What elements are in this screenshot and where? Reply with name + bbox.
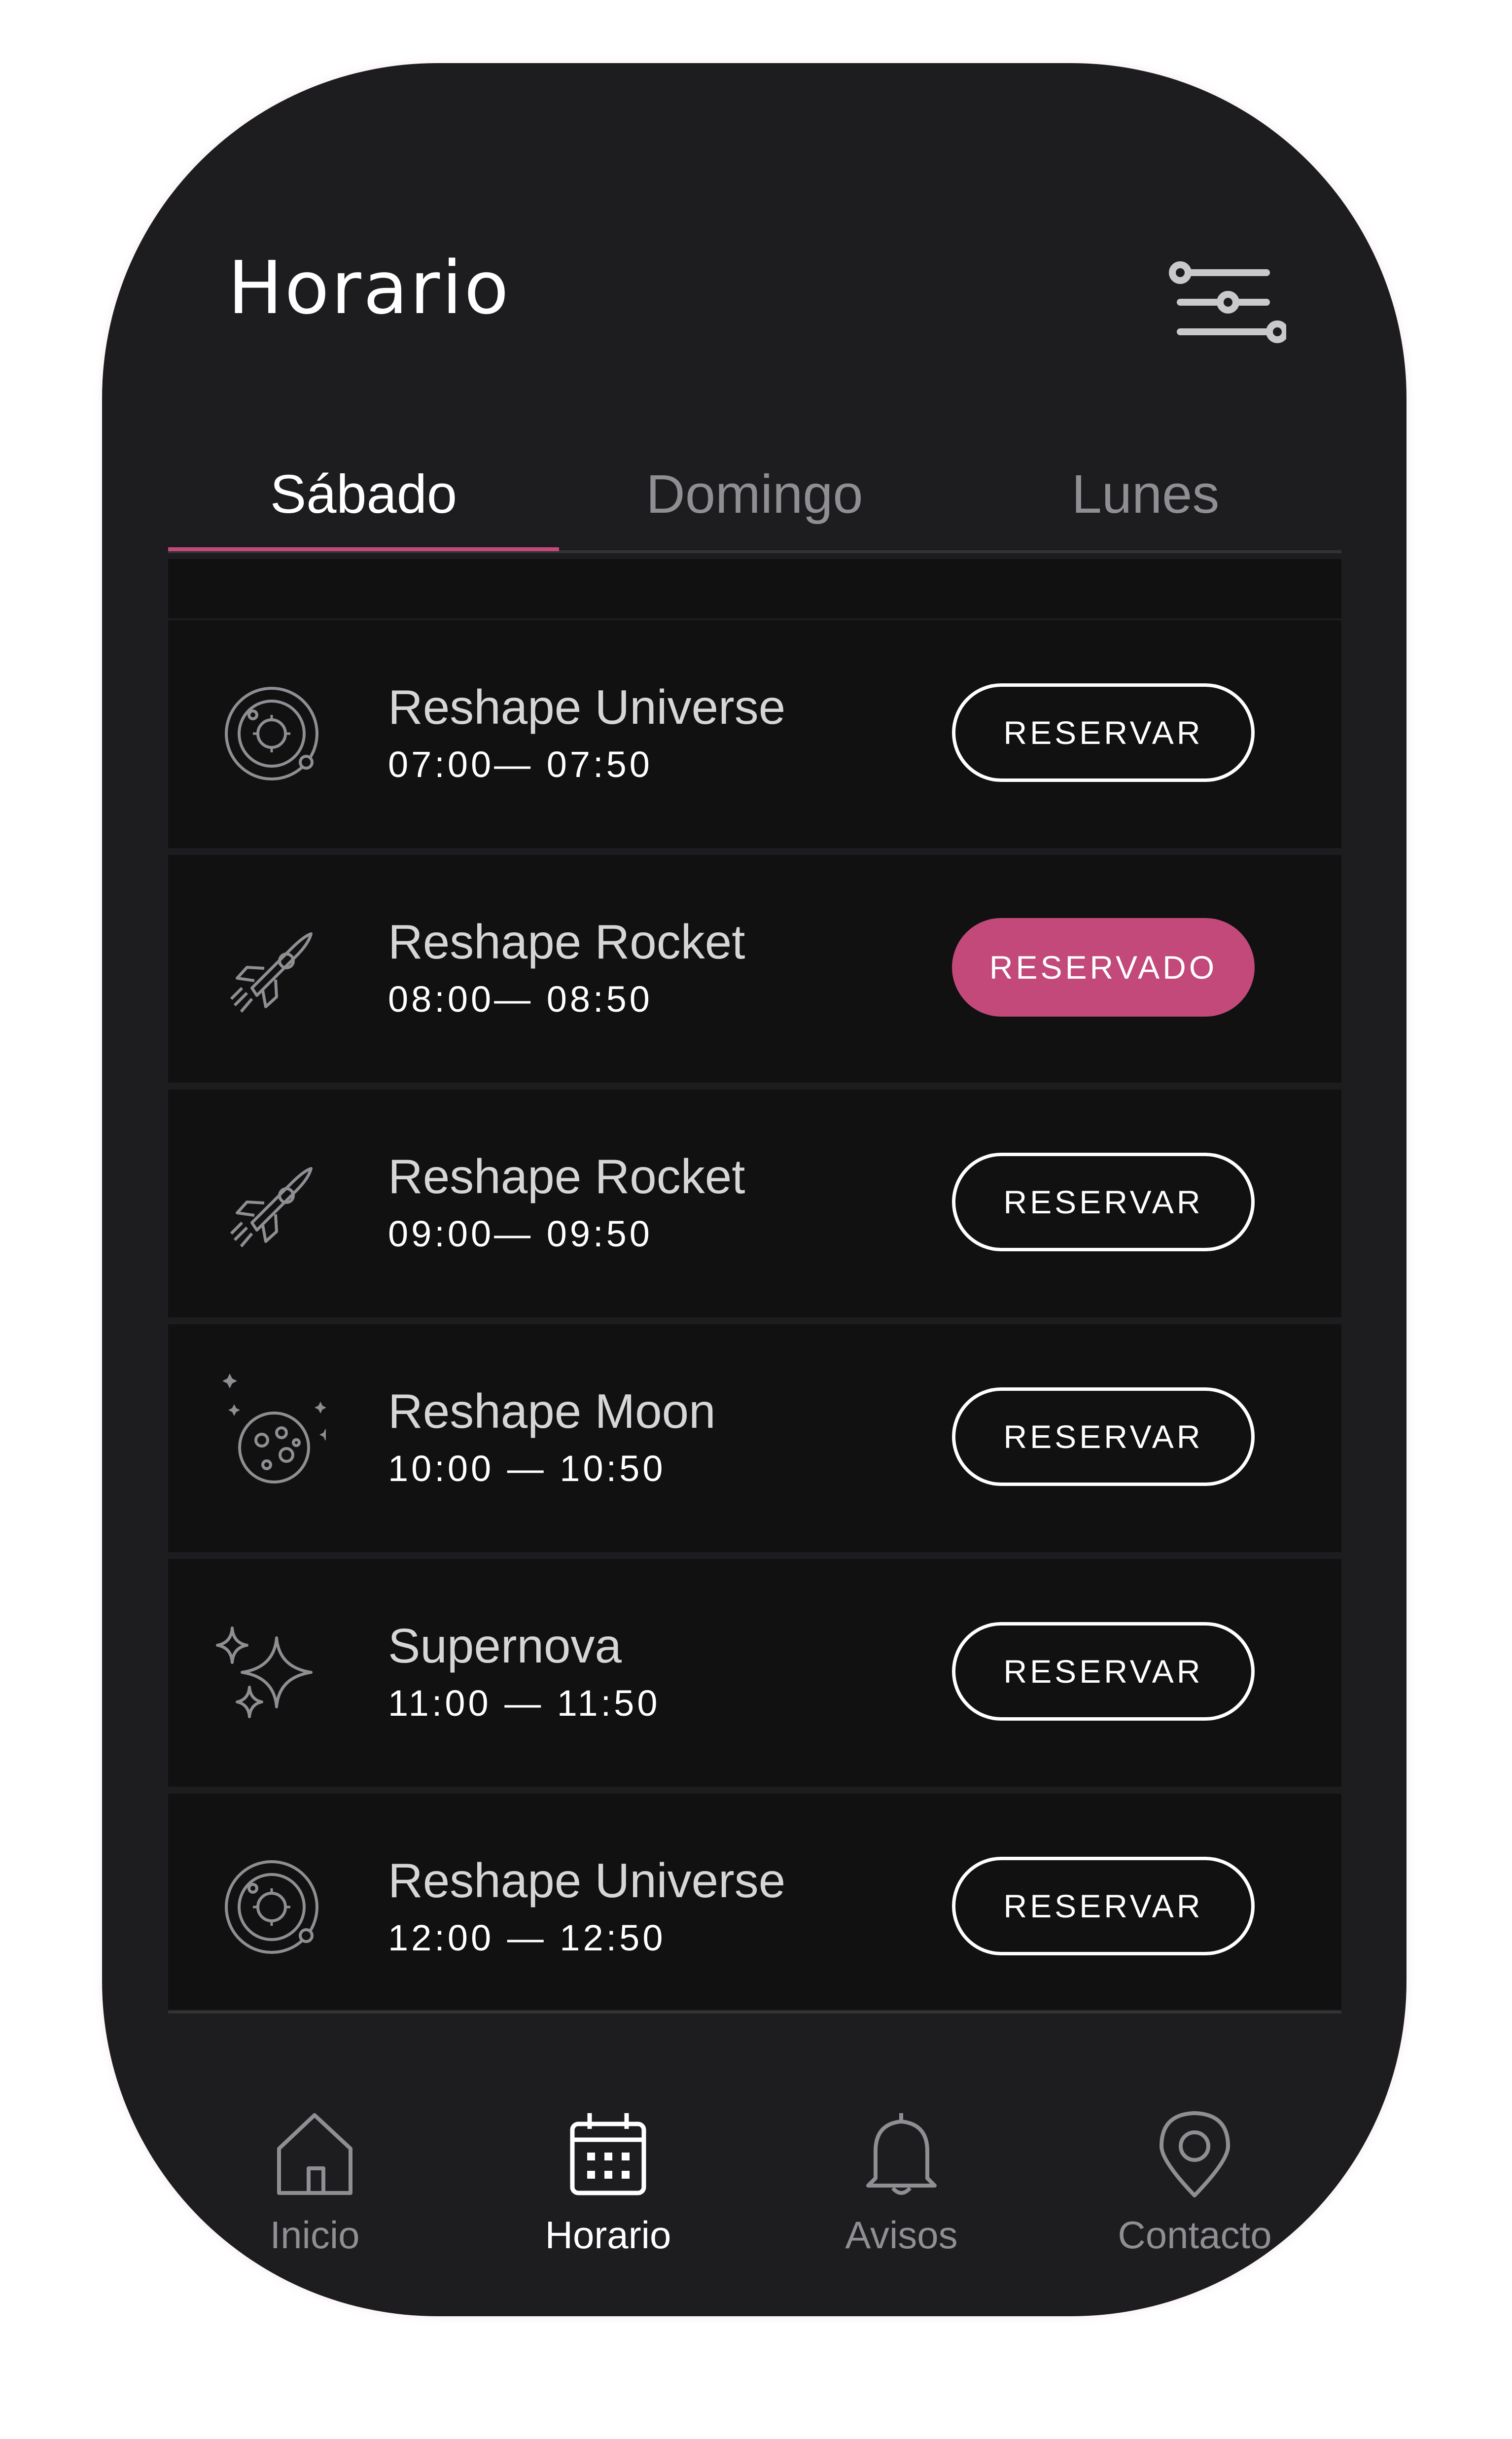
reserve-button[interactable]: RESERVAR <box>952 1622 1255 1721</box>
phone-screen: Horario Sábado Domingo Lunes Reshape Uni… <box>102 63 1407 2316</box>
class-time: 10:00 — 10:50 <box>388 1448 666 1489</box>
nav-item-horario[interactable]: Horario <box>461 2015 755 2257</box>
nav-label: Inicio <box>270 2213 360 2257</box>
class-row: Reshape Universe 07:00— 07:50 RESERVAR <box>168 620 1341 848</box>
galaxy-icon <box>225 687 318 780</box>
rocket-icon <box>230 1167 313 1247</box>
active-tab-indicator <box>168 547 559 551</box>
nav-label: Contacto <box>1118 2213 1272 2257</box>
tab-domingo[interactable]: Domingo <box>559 443 950 545</box>
tab-lunes[interactable]: Lunes <box>950 443 1341 545</box>
tab-sabado[interactable]: Sábado <box>168 443 559 545</box>
class-row: Reshape Rocket 09:00— 09:50 RESERVAR <box>168 1090 1341 1317</box>
rocket-icon <box>230 932 313 1013</box>
class-name: Reshape Rocket <box>388 915 745 969</box>
class-name: Reshape Moon <box>388 1384 716 1438</box>
class-name: Reshape Rocket <box>388 1149 745 1203</box>
sliders-icon <box>1169 261 1289 343</box>
nav-label: Horario <box>545 2213 671 2257</box>
day-tabs: Sábado Domingo Lunes <box>168 443 1341 547</box>
reserved-button[interactable]: RESERVADO <box>952 918 1255 1017</box>
class-row: Reshape Moon 10:00 — 10:50 RESERVAR <box>168 1324 1341 1552</box>
nav-item-inicio[interactable]: Inicio <box>168 2015 461 2257</box>
nav-divider <box>168 2011 1341 2014</box>
calendar-icon <box>570 2113 646 2195</box>
nav-label: Avisos <box>845 2213 958 2257</box>
filter-button[interactable] <box>1163 246 1289 359</box>
class-row: Supernova 11:00 — 11:50 RESERVAR <box>168 1559 1341 1787</box>
class-name: Supernova <box>388 1619 622 1673</box>
class-time: 09:00— 09:50 <box>388 1213 653 1254</box>
page-title: Horario <box>228 246 511 330</box>
nav-item-contacto[interactable]: Contacto <box>1048 2015 1341 2257</box>
reserve-button[interactable]: RESERVAR <box>952 1387 1255 1486</box>
galaxy-icon <box>225 1860 318 1954</box>
class-name: Reshape Universe <box>388 680 786 734</box>
class-time: 08:00— 08:50 <box>388 979 653 1020</box>
location-pin-icon <box>1160 2111 1230 2197</box>
reserve-button[interactable]: RESERVAR <box>952 1153 1255 1251</box>
sparkles-icon <box>216 1626 313 1718</box>
class-time: 07:00— 07:50 <box>388 744 653 785</box>
reserve-button[interactable]: RESERVAR <box>952 683 1255 782</box>
class-time: 11:00 — 11:50 <box>388 1683 661 1724</box>
class-row: Reshape Rocket 08:00— 08:50 RESERVADO <box>168 855 1341 1083</box>
bottom-nav: Inicio Horario Avisos Contacto <box>168 2015 1341 2257</box>
list-top-strip <box>168 559 1341 618</box>
class-name: Reshape Universe <box>388 1853 786 1908</box>
nav-item-avisos[interactable]: Avisos <box>755 2015 1048 2257</box>
class-time: 12:00 — 12:50 <box>388 1917 666 1958</box>
home-icon <box>277 2113 352 2195</box>
reserve-button[interactable]: RESERVAR <box>952 1857 1255 1955</box>
class-row: Reshape Universe 12:00 — 12:50 RESERVAR <box>168 1794 1341 2010</box>
bell-icon <box>866 2113 937 2195</box>
class-list[interactable]: Reshape Universe 07:00— 07:50 RESERVAR R… <box>168 556 1341 2010</box>
moon-icon <box>222 1374 326 1484</box>
